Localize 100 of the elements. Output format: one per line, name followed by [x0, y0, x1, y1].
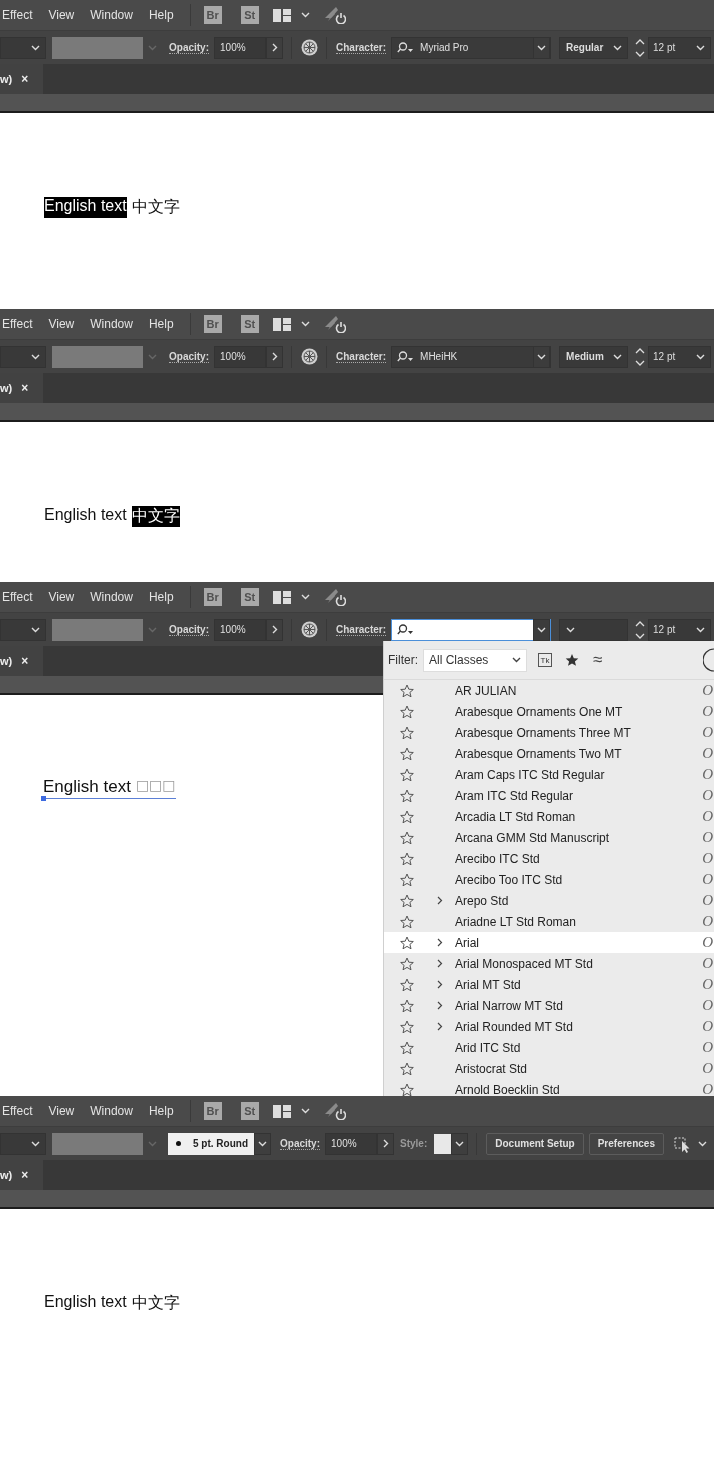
app-button[interactable]: St [240, 588, 259, 606]
font-list-item[interactable]: Aram ITC Std Regular O [384, 785, 714, 806]
font-size-field[interactable]: 12 pt [648, 345, 712, 368]
menu-item[interactable]: Effect [2, 1104, 33, 1118]
opacity-field[interactable]: 100% [325, 1132, 377, 1155]
star-icon[interactable] [400, 914, 415, 929]
font-list-item[interactable]: Arabesque Ornaments Three MT O [384, 722, 714, 743]
dropdown-button[interactable] [254, 1132, 271, 1155]
font-list-item[interactable]: Arial Narrow MT Std O [384, 995, 714, 1016]
app-button[interactable]: St [240, 315, 259, 333]
star-icon[interactable] [400, 893, 415, 908]
close-button[interactable]: × [21, 381, 29, 395]
menu-item[interactable]: Window [90, 590, 133, 604]
document-tab[interactable]: w) × [0, 373, 43, 403]
star-icon[interactable] [400, 1061, 415, 1076]
filter-dropdown[interactable]: All Classes [423, 648, 527, 672]
menu-item[interactable]: Help [148, 8, 174, 22]
menu-item[interactable]: Window [90, 317, 133, 331]
opacity-field[interactable]: 100% [214, 618, 266, 641]
document-tab[interactable]: w) × [0, 646, 43, 676]
star-icon[interactable] [400, 1019, 415, 1034]
menu-item[interactable]: Effect [2, 317, 33, 331]
style-swatch[interactable] [434, 1133, 452, 1154]
font-list-item[interactable]: Arid ITC Std O [384, 1037, 714, 1058]
color-swatch[interactable] [52, 618, 143, 641]
star-icon[interactable] [400, 851, 415, 866]
menu-item[interactable]: Effect [2, 590, 33, 604]
star-icon[interactable] [400, 998, 415, 1013]
menu-item[interactable]: View [48, 317, 75, 331]
close-button[interactable]: × [21, 1168, 29, 1182]
power-icon[interactable] [323, 1102, 346, 1120]
font-list-item[interactable]: Ariadne LT Std Roman O [384, 911, 714, 932]
font-size-field[interactable]: 12 pt [648, 618, 712, 641]
font-list-item[interactable]: Aram Caps ITC Std Regular O [384, 764, 714, 785]
toolbar-button[interactable]: Preferences [588, 1132, 664, 1155]
star-icon[interactable] [400, 683, 415, 698]
menu-item[interactable]: Help [148, 317, 174, 331]
app-button[interactable]: St [240, 6, 259, 24]
close-button[interactable]: × [21, 72, 29, 86]
star-icon[interactable] [400, 725, 415, 740]
power-icon[interactable] [323, 6, 346, 24]
font-list-item[interactable]: Arcana GMM Std Manuscript O [384, 827, 714, 848]
menu-item[interactable]: Effect [2, 8, 33, 22]
layout-icon[interactable] [272, 590, 291, 604]
menu-item[interactable]: View [48, 1104, 75, 1118]
chevron-right-icon[interactable] [437, 896, 443, 905]
document-tab[interactable]: w) × [0, 1160, 43, 1190]
menu-item[interactable]: Window [90, 1104, 133, 1118]
dropdown-button[interactable] [533, 36, 551, 59]
dropdown-button[interactable] [533, 618, 551, 641]
color-swatch[interactable] [52, 345, 143, 368]
font-list-item[interactable]: Arabesque Ornaments One MT O [384, 701, 714, 722]
font-list-item[interactable]: AR JULIAN O [384, 680, 714, 701]
font-list-item[interactable]: Arial O [384, 932, 714, 953]
font-size-field[interactable]: 12 pt [648, 36, 712, 59]
text-path[interactable]: English text □□□ [43, 777, 176, 799]
selection-icon[interactable] [673, 1134, 692, 1153]
font-field[interactable] [391, 618, 552, 641]
app-button[interactable]: St [240, 1102, 259, 1120]
wheel-icon[interactable] [301, 39, 318, 56]
opacity-field[interactable]: 100% [214, 36, 266, 59]
dropdown-button[interactable] [533, 345, 551, 368]
font-list-item[interactable]: Aristocrat Std O [384, 1058, 714, 1079]
typekit-filter-button[interactable]: Tk [538, 653, 552, 667]
close-button[interactable]: × [21, 654, 29, 668]
star-icon[interactable] [400, 1040, 415, 1055]
font-field[interactable]: Myriad Pro [391, 36, 552, 59]
dropdown-button[interactable] [451, 1132, 469, 1155]
font-list-item[interactable]: Arial Monospaced MT Std O [384, 953, 714, 974]
menu-item[interactable]: View [48, 590, 75, 604]
star-icon[interactable] [400, 956, 415, 971]
font-list-item[interactable]: Arepo Std O [384, 890, 714, 911]
color-swatch[interactable] [52, 1132, 143, 1155]
chevron-right-icon[interactable] [437, 1001, 443, 1010]
menu-item[interactable]: Window [90, 8, 133, 22]
chevron-right-icon[interactable] [437, 959, 443, 968]
star-icon[interactable] [400, 935, 415, 950]
chevron-right-icon[interactable] [437, 1022, 443, 1031]
star-icon[interactable] [400, 1082, 415, 1096]
brush-dropdown[interactable]: 5 pt. Round [168, 1132, 254, 1155]
document-tab[interactable]: w) × [0, 64, 43, 94]
toolbar-button[interactable]: Document Setup [486, 1132, 584, 1155]
power-icon[interactable] [323, 588, 346, 606]
layout-icon[interactable] [272, 1104, 291, 1118]
font-style-dropdown[interactable]: Regular [559, 36, 629, 59]
chevron-right-icon[interactable] [437, 938, 443, 947]
menu-item[interactable]: Help [148, 1104, 174, 1118]
star-icon[interactable] [400, 746, 415, 761]
star-icon[interactable] [400, 767, 415, 782]
wheel-icon[interactable] [301, 621, 318, 638]
layout-icon[interactable] [272, 8, 291, 22]
font-list-item[interactable]: Arial Rounded MT Std O [384, 1016, 714, 1037]
font-list-item[interactable]: Arnold Boecklin Std O [384, 1079, 714, 1096]
color-swatch[interactable] [52, 36, 143, 59]
menu-item[interactable]: View [48, 8, 75, 22]
star-icon[interactable] [400, 809, 415, 824]
wheel-icon[interactable] [301, 348, 318, 365]
star-icon[interactable] [400, 788, 415, 803]
chevron-right-icon[interactable] [437, 980, 443, 989]
similar-filter-button[interactable]: ≈ [593, 650, 603, 670]
